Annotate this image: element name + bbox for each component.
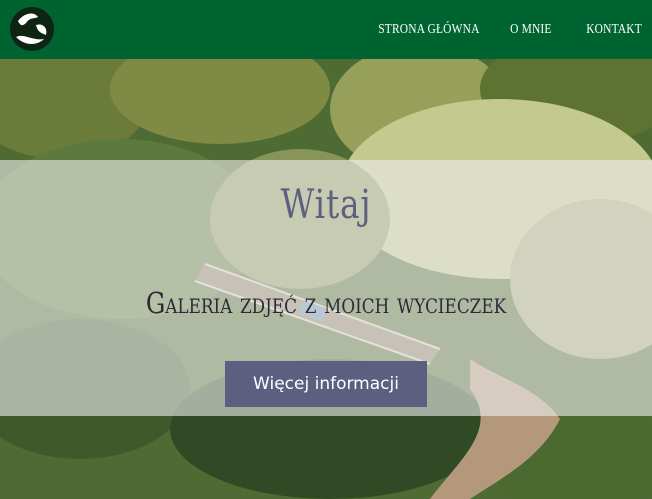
more-info-button[interactable]: Więcej informacji [225, 361, 427, 407]
globe-leaf-icon[interactable] [8, 5, 56, 53]
nav-link-about[interactable]: O MNIE [511, 22, 552, 38]
nav-links: STRONA GŁÓWNA O MNIE KONTAKT [356, 0, 642, 59]
hero-subtitle: Galeria zdjęć z moich wycieczek [145, 286, 507, 320]
hero-title: Witaj [280, 182, 372, 228]
hero-overlay: Witaj Galeria zdjęć z moich wycieczek Wi… [0, 160, 652, 416]
nav-link-home[interactable]: STRONA GŁÓWNA [378, 22, 479, 38]
nav-link-contact[interactable]: KONTAKT [586, 22, 642, 38]
navbar: STRONA GŁÓWNA O MNIE KONTAKT [0, 0, 652, 59]
